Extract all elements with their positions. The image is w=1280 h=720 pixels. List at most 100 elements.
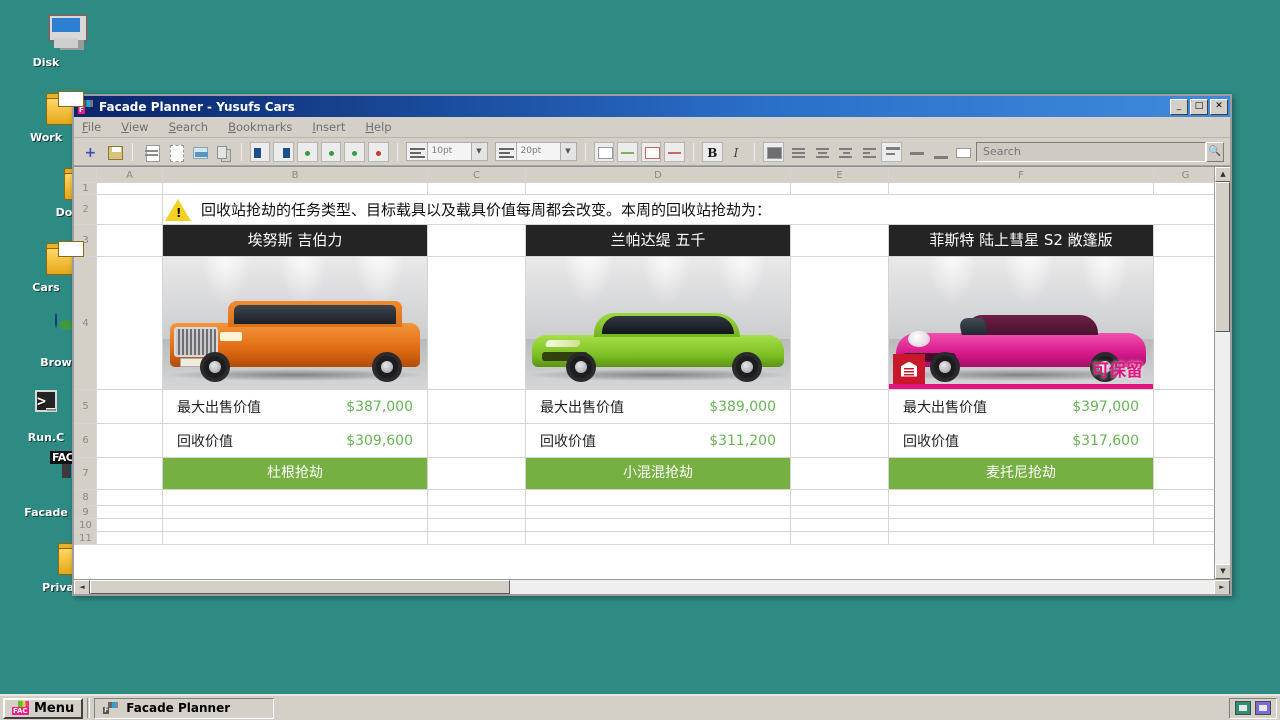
- cell[interactable]: [96, 457, 163, 490]
- insert-row-above-icon[interactable]: [297, 141, 318, 162]
- scroll-left-button[interactable]: ◄: [74, 580, 90, 594]
- cell[interactable]: [888, 518, 1154, 532]
- row-header-2[interactable]: 2: [74, 194, 97, 225]
- menu-item-help[interactable]: Help: [365, 120, 391, 134]
- car-photo-cell-1[interactable]: [162, 256, 428, 390]
- horizontal-scroll-thumb[interactable]: [90, 580, 510, 594]
- select-area-icon[interactable]: [164, 141, 186, 162]
- corner-cell[interactable]: [74, 167, 97, 183]
- horizontal-scroll-track[interactable]: [90, 580, 1214, 594]
- row-header-7[interactable]: 7: [74, 457, 97, 490]
- car-photo-cell-2[interactable]: [525, 256, 791, 390]
- row-header-10[interactable]: 10: [74, 518, 97, 532]
- font-size-large-selector[interactable]: 20pt ▼: [494, 142, 577, 161]
- italic-button[interactable]: I: [725, 141, 747, 162]
- cell[interactable]: [790, 531, 889, 545]
- cell[interactable]: [162, 518, 428, 532]
- align-left-icon[interactable]: [786, 141, 808, 162]
- spreadsheet-grid[interactable]: A B C D E F G 1 2 ! 回收站抢劫的任务类型、目标载具以及载具价…: [74, 167, 1214, 579]
- menu-item-search[interactable]: Search: [169, 120, 209, 134]
- volume-icon[interactable]: [1255, 701, 1271, 715]
- align-center-icon[interactable]: [810, 141, 832, 162]
- recycle-value-cell-3[interactable]: 回收价值 $317,600: [888, 423, 1154, 458]
- network-icon[interactable]: [1235, 701, 1251, 715]
- indent-decrease-icon[interactable]: [834, 141, 855, 162]
- cell[interactable]: [427, 389, 526, 424]
- unmerge-cells-icon[interactable]: [617, 141, 638, 162]
- car-title-3[interactable]: 菲斯特 陆上彗星 S2 敞篷版: [888, 224, 1154, 257]
- row-header-5[interactable]: 5: [74, 389, 97, 424]
- cell[interactable]: [1153, 457, 1214, 490]
- cell[interactable]: [790, 423, 889, 458]
- page-icon[interactable]: [141, 141, 162, 162]
- row-header-8[interactable]: 8: [74, 489, 97, 506]
- car-title-1[interactable]: 埃努斯 吉伯力: [162, 224, 428, 257]
- close-button[interactable]: ✕: [1210, 98, 1228, 115]
- menu-item-view[interactable]: View: [121, 120, 148, 134]
- cell-color-icon[interactable]: [640, 141, 662, 162]
- scroll-up-button[interactable]: ▲: [1215, 167, 1230, 182]
- heist-label-3[interactable]: 麦托尼抢劫: [888, 457, 1154, 490]
- cell[interactable]: [888, 182, 1154, 195]
- font-size-small-selector[interactable]: 10pt ▼: [405, 142, 488, 161]
- minimize-button[interactable]: _: [1170, 98, 1188, 115]
- cell[interactable]: [427, 256, 526, 390]
- column-header-e[interactable]: E: [790, 167, 889, 183]
- taskbar-item-facade-planner[interactable]: F Facade Planner: [94, 697, 275, 719]
- indent-increase-icon[interactable]: [857, 141, 879, 162]
- save-icon[interactable]: [103, 141, 125, 162]
- vertical-scroll-thumb[interactable]: [1215, 182, 1230, 332]
- cell[interactable]: [525, 182, 791, 195]
- cell[interactable]: [1153, 531, 1214, 545]
- cell[interactable]: [427, 489, 526, 506]
- recycle-value-cell-2[interactable]: 回收价值 $311,200: [525, 423, 791, 458]
- chevron-down-icon[interactable]: ▼: [560, 142, 577, 161]
- cell[interactable]: [1153, 389, 1214, 424]
- cell[interactable]: [96, 194, 163, 225]
- column-header-d[interactable]: D: [525, 167, 791, 183]
- cell[interactable]: [525, 489, 791, 506]
- align-bottom-icon[interactable]: [928, 141, 950, 162]
- menu-item-bookmarks[interactable]: Bookmarks: [228, 120, 292, 134]
- bold-button[interactable]: B: [702, 141, 723, 162]
- cell[interactable]: [162, 489, 428, 506]
- vertical-scroll-track[interactable]: [1215, 182, 1230, 564]
- maximize-button[interactable]: □: [1190, 98, 1208, 115]
- cell[interactable]: [1153, 423, 1214, 458]
- cell[interactable]: [1153, 182, 1214, 195]
- row-header-9[interactable]: 9: [74, 505, 97, 519]
- car-title-2[interactable]: 兰帕达缇 五千: [525, 224, 791, 257]
- column-header-g[interactable]: G: [1153, 167, 1214, 183]
- cell[interactable]: [790, 457, 889, 490]
- insert-column-icon[interactable]: [344, 141, 365, 162]
- sale-value-cell-2[interactable]: 最大出售价值 $389,000: [525, 389, 791, 424]
- split-left-icon[interactable]: [249, 141, 271, 162]
- clear-format-icon[interactable]: [664, 141, 685, 162]
- cell[interactable]: [427, 423, 526, 458]
- column-header-a[interactable]: A: [96, 167, 163, 183]
- merge-cells-icon[interactable]: [593, 141, 615, 162]
- insert-image-icon[interactable]: [188, 141, 210, 162]
- cell[interactable]: [1153, 224, 1214, 257]
- cell[interactable]: [162, 182, 428, 195]
- cell[interactable]: [525, 518, 791, 532]
- cell[interactable]: [790, 389, 889, 424]
- row-header-1[interactable]: 1: [74, 182, 97, 195]
- cell[interactable]: [427, 505, 526, 519]
- cell[interactable]: [96, 489, 163, 506]
- cell[interactable]: [525, 531, 791, 545]
- cell[interactable]: [162, 505, 428, 519]
- align-top-icon[interactable]: [881, 141, 902, 162]
- delete-row-icon[interactable]: [367, 141, 389, 162]
- window-titlebar[interactable]: F Facade Planner - Yusufs Cars _ □ ✕: [74, 96, 1230, 117]
- cell[interactable]: [525, 505, 791, 519]
- desktop-icon-disk[interactable]: Disk: [0, 14, 92, 69]
- cell[interactable]: [1153, 518, 1214, 532]
- cell[interactable]: [427, 518, 526, 532]
- cell[interactable]: [888, 505, 1154, 519]
- cell[interactable]: [162, 531, 428, 545]
- cell[interactable]: [427, 531, 526, 545]
- cell[interactable]: [790, 518, 889, 532]
- scroll-right-button[interactable]: ►: [1214, 580, 1230, 594]
- cell[interactable]: [790, 224, 889, 257]
